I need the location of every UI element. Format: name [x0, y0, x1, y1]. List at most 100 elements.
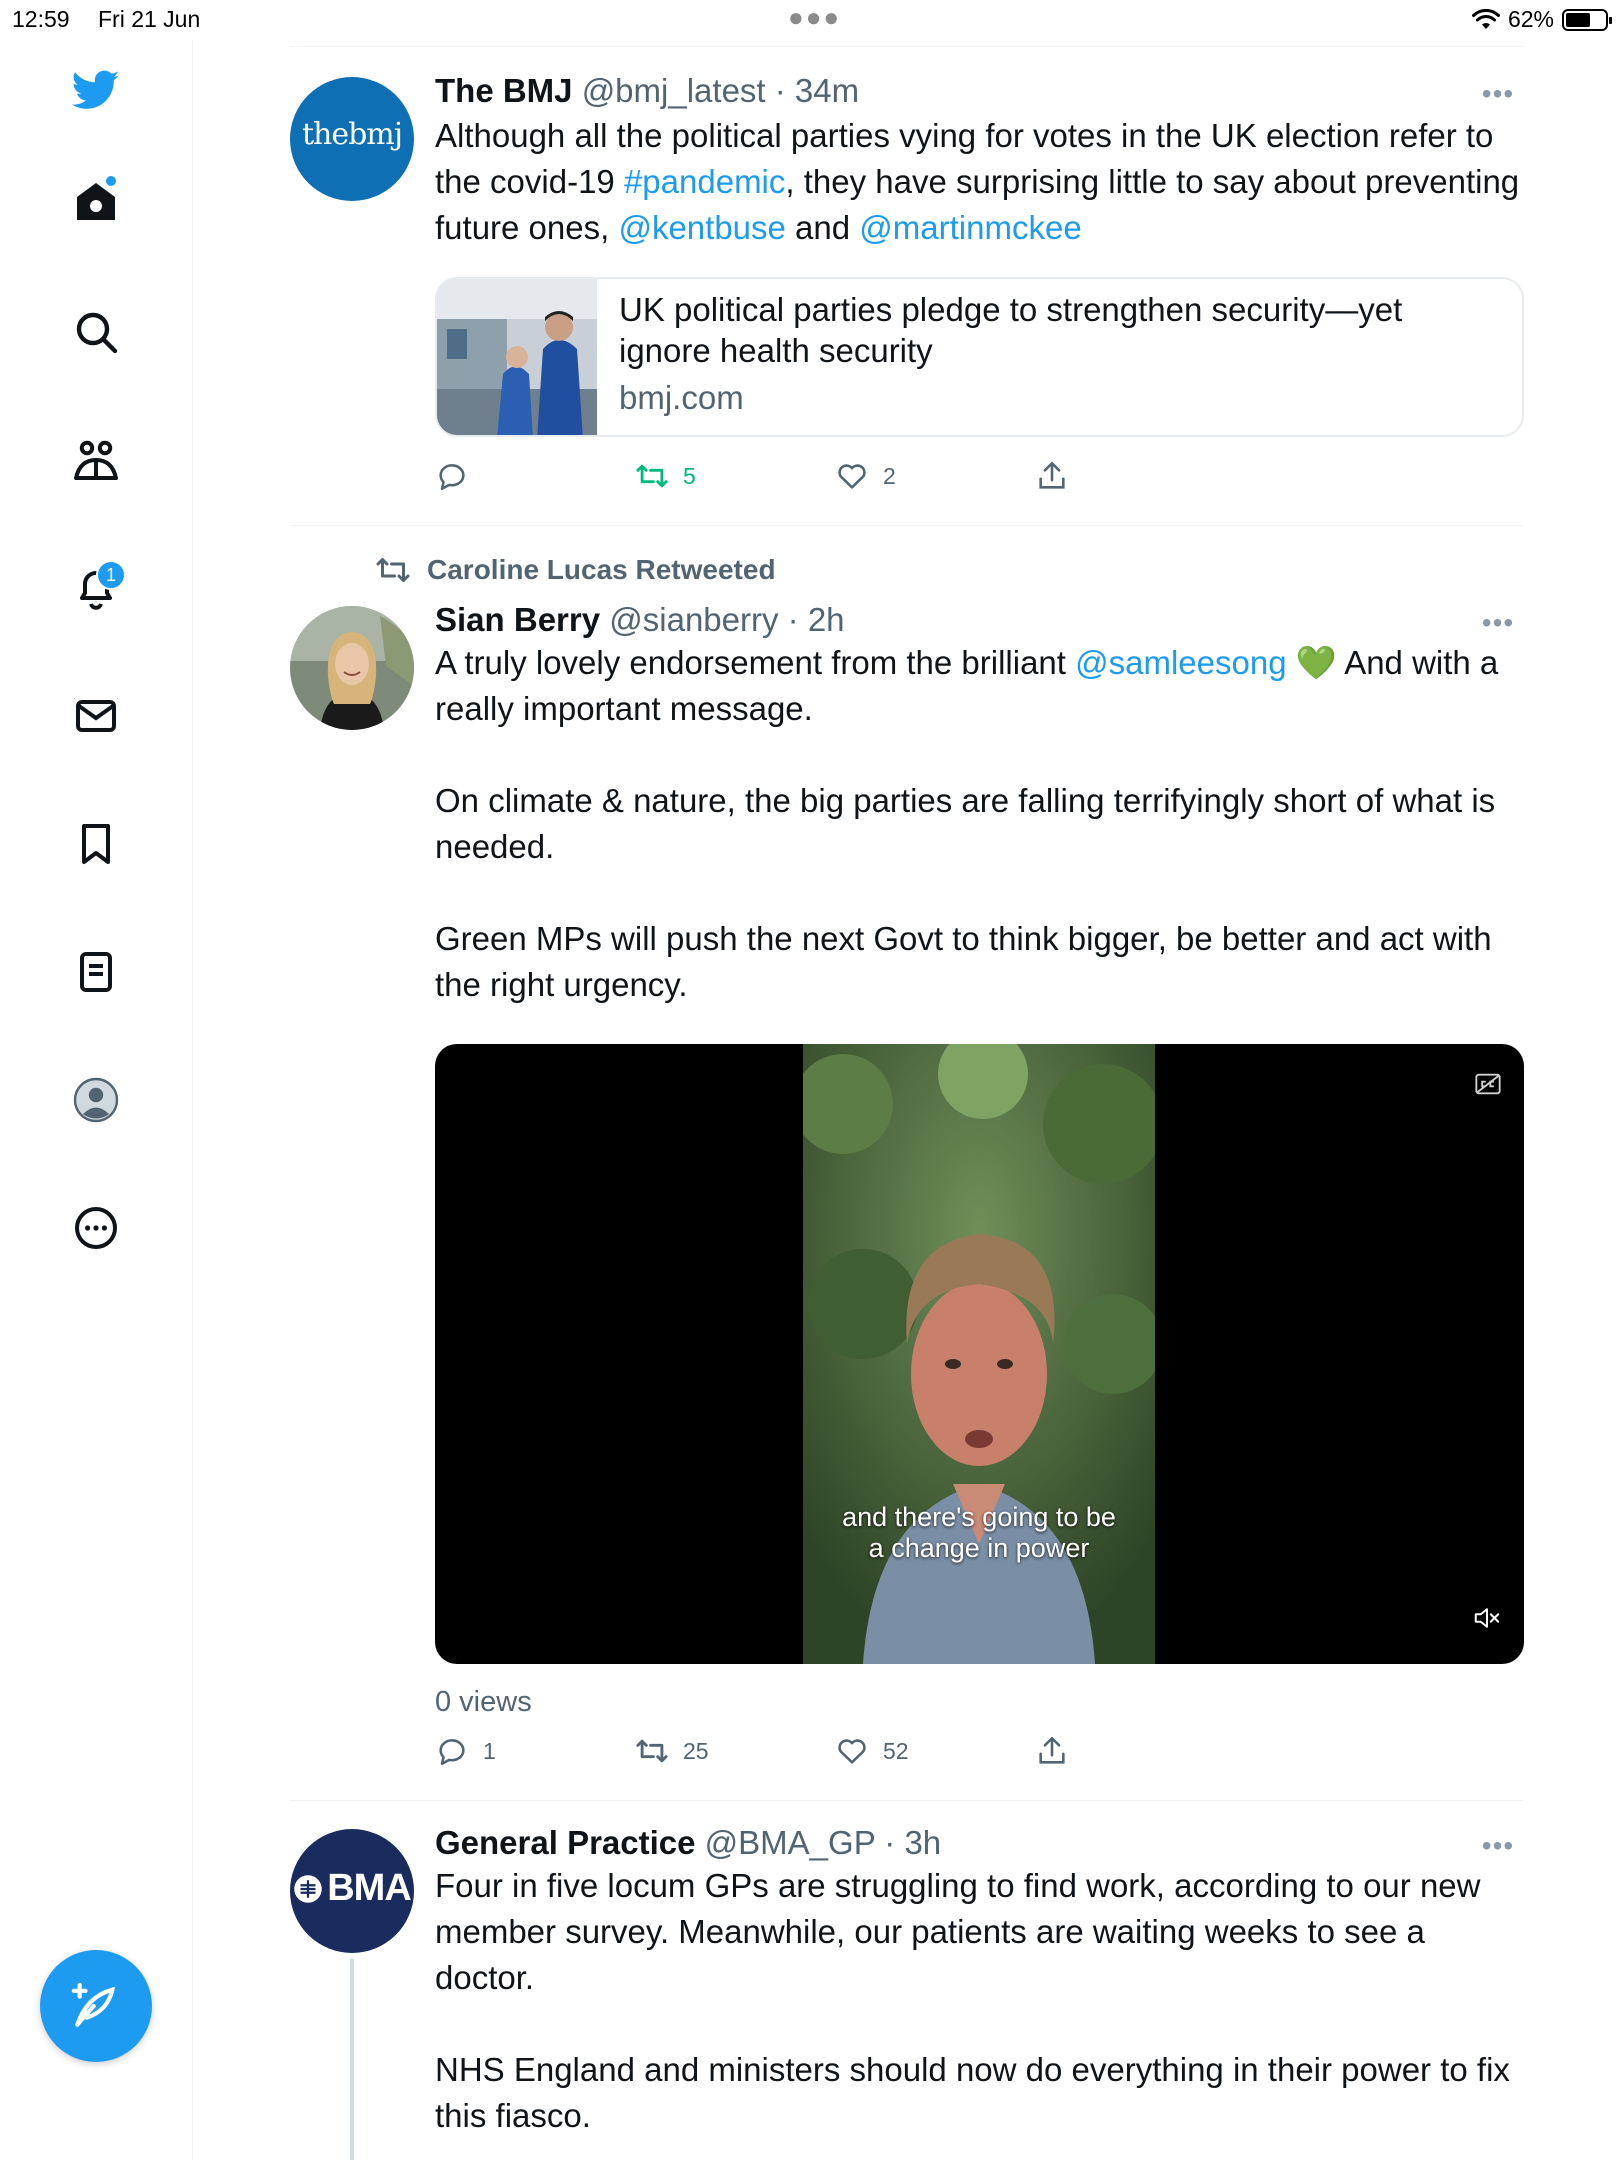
video-frame: and there's going to be a change in powe… [803, 1044, 1155, 1664]
retweet-button[interactable]: 5 [635, 459, 696, 493]
text-segment: and [785, 209, 860, 246]
retweet-button[interactable]: 25 [635, 1734, 709, 1768]
like-count: 52 [883, 1737, 909, 1764]
author-name[interactable]: The BMJ [435, 72, 573, 109]
tweet-more-icon[interactable]: ••• [1478, 607, 1518, 638]
avatar[interactable] [290, 606, 414, 730]
author-name[interactable]: Sian Berry [435, 601, 600, 638]
notification-badge: 1 [96, 560, 126, 590]
bma-emblem-icon [294, 1874, 322, 1903]
home-unread-dot [106, 176, 116, 186]
twitter-logo-icon[interactable] [66, 60, 126, 120]
reply-icon [439, 1739, 465, 1766]
mention-link[interactable]: @martinmckee [859, 209, 1081, 246]
tweet-text: Although all the political parties vying… [435, 113, 1520, 251]
communities-icon[interactable] [66, 430, 126, 490]
mention-link[interactable]: @kentbuse [618, 209, 785, 246]
video-player[interactable]: and there's going to be a change in powe… [435, 1044, 1524, 1664]
status-bar: 12:59 Fri 21 Jun ●●● 62% [0, 0, 1620, 40]
status-time: 12:59 [12, 6, 70, 32]
profile-icon[interactable] [66, 1070, 126, 1130]
heart-icon [838, 1739, 866, 1764]
home-icon[interactable] [66, 172, 126, 232]
tweet-paragraph: On climate & nature, the big parties are… [435, 782, 1496, 865]
status-date: Fri 21 Jun [98, 6, 201, 32]
retweet-context: Caroline Lucas Retweeted [375, 552, 776, 588]
tweet-paragraph: A truly lovely endorsement from the bril… [435, 640, 1520, 732]
tweet-actions: 1 25 52 [435, 1734, 1135, 1774]
card-text: UK political parties pledge to strengthe… [619, 289, 1499, 421]
like-button[interactable]: 2 [835, 459, 896, 493]
search-icon[interactable] [66, 302, 126, 362]
tweet-paragraph: Four in five locum GPs are struggling to… [435, 1867, 1481, 1996]
tweet-more-icon[interactable]: ••• [1478, 78, 1518, 109]
tweet-body: The BMJ @bmj_latest · 34m ••• Although a… [435, 71, 1520, 251]
more-icon[interactable] [66, 1198, 126, 1258]
retweet-count: 5 [683, 462, 696, 489]
reply-button[interactable]: 1 [435, 1734, 496, 1768]
author-handle-time[interactable]: @BMA_GP · 3h [705, 1824, 941, 1861]
tweet-sian-berry[interactable]: Caroline Lucas Retweeted Sian Berry @sia… [290, 526, 1524, 1800]
tweet-paragraph: NHS England and ministers should now do … [435, 2051, 1510, 2134]
wifi-icon [1471, 8, 1500, 29]
share-button[interactable] [1035, 1734, 1069, 1768]
tweet-header: General Practice @BMA_GP · 3h [435, 1823, 1520, 1863]
card-thumbnail [437, 279, 597, 435]
avatar[interactable]: BMA [290, 1829, 414, 1953]
mention-link[interactable]: @samleesong [1075, 644, 1286, 681]
thread-connector [350, 1959, 354, 2160]
bma-logo: BMA [290, 1867, 414, 1910]
reply-count: 1 [483, 1737, 496, 1764]
battery-percent: 62% [1507, 6, 1554, 32]
messages-icon[interactable] [66, 686, 126, 746]
card-domain: bmj.com [619, 379, 744, 416]
link-card[interactable]: UK political parties pledge to strengthe… [435, 277, 1524, 437]
tweet-paragraph: Green MPs will push the next Govt to thi… [435, 920, 1492, 1003]
tweet-body: General Practice @BMA_GP · 3h ••• Four i… [435, 1823, 1520, 2139]
tweet-text: Four in five locum GPs are struggling to… [435, 1863, 1520, 2139]
reply-button[interactable] [435, 459, 483, 493]
tweet-bma-gp[interactable]: BMA General Practice @BMA_GP · 3h ••• Fo… [290, 1801, 1523, 2160]
author-handle-time[interactable]: @bmj_latest · 34m [582, 72, 859, 109]
share-icon [1039, 461, 1065, 489]
tweet-bmj[interactable]: thebmj The BMJ @bmj_latest · 34m ••• Alt… [290, 47, 1524, 525]
mute-icon[interactable] [1472, 1605, 1502, 1636]
like-button[interactable]: 52 [835, 1734, 909, 1768]
retweeted-by[interactable]: Caroline Lucas Retweeted [427, 554, 776, 586]
text-segment: A truly lovely endorsement from the bril… [435, 644, 1076, 681]
retweet-icon [636, 1739, 668, 1763]
green-heart-emoji: 💚 [1295, 644, 1337, 681]
subtitle-line: and there's going to be [842, 1502, 1116, 1532]
bookmarks-icon[interactable] [66, 814, 126, 874]
card-title: UK political parties pledge to strengthe… [619, 291, 1403, 369]
author-handle-time[interactable]: @sianberry · 2h [609, 601, 844, 638]
compose-tweet-button[interactable] [40, 1950, 152, 2062]
author-name[interactable]: General Practice [435, 1824, 696, 1861]
share-button[interactable] [1035, 459, 1069, 493]
battery-fill [1566, 12, 1590, 27]
like-count: 2 [883, 462, 896, 489]
video-subtitle: and there's going to be a change in powe… [803, 1502, 1155, 1564]
reply-icon [439, 464, 465, 491]
bmj-logo: thebmj [301, 117, 403, 152]
tweet-header: The BMJ @bmj_latest · 34m [435, 71, 1520, 111]
captions-icon[interactable] [1474, 1072, 1502, 1101]
view-count: 0 views [435, 1686, 532, 1718]
sidebar: 1 [0, 40, 193, 2160]
compose-icon [71, 1982, 116, 2027]
tweet-text: A truly lovely endorsement from the bril… [435, 640, 1520, 1008]
hashtag-link[interactable]: #pandemic [624, 163, 785, 200]
timeline: thebmj The BMJ @bmj_latest · 34m ••• Alt… [290, 46, 1524, 2160]
lists-icon[interactable] [66, 942, 126, 1002]
tweet-actions: 5 2 [435, 459, 1135, 499]
notifications-icon[interactable]: 1 [66, 558, 126, 618]
tweet-header: Sian Berry @sianberry · 2h [435, 600, 1520, 640]
heart-icon [838, 464, 866, 489]
status-right: 62% [1471, 6, 1612, 33]
subtitle-line: a change in power [868, 1533, 1090, 1563]
avatar[interactable]: thebmj [290, 77, 414, 201]
tweet-more-icon[interactable]: ••• [1478, 1830, 1518, 1861]
retweet-context-icon [376, 558, 410, 582]
retweet-count: 25 [683, 1737, 709, 1764]
multitasking-dots-icon[interactable]: ●●● [788, 2, 841, 33]
